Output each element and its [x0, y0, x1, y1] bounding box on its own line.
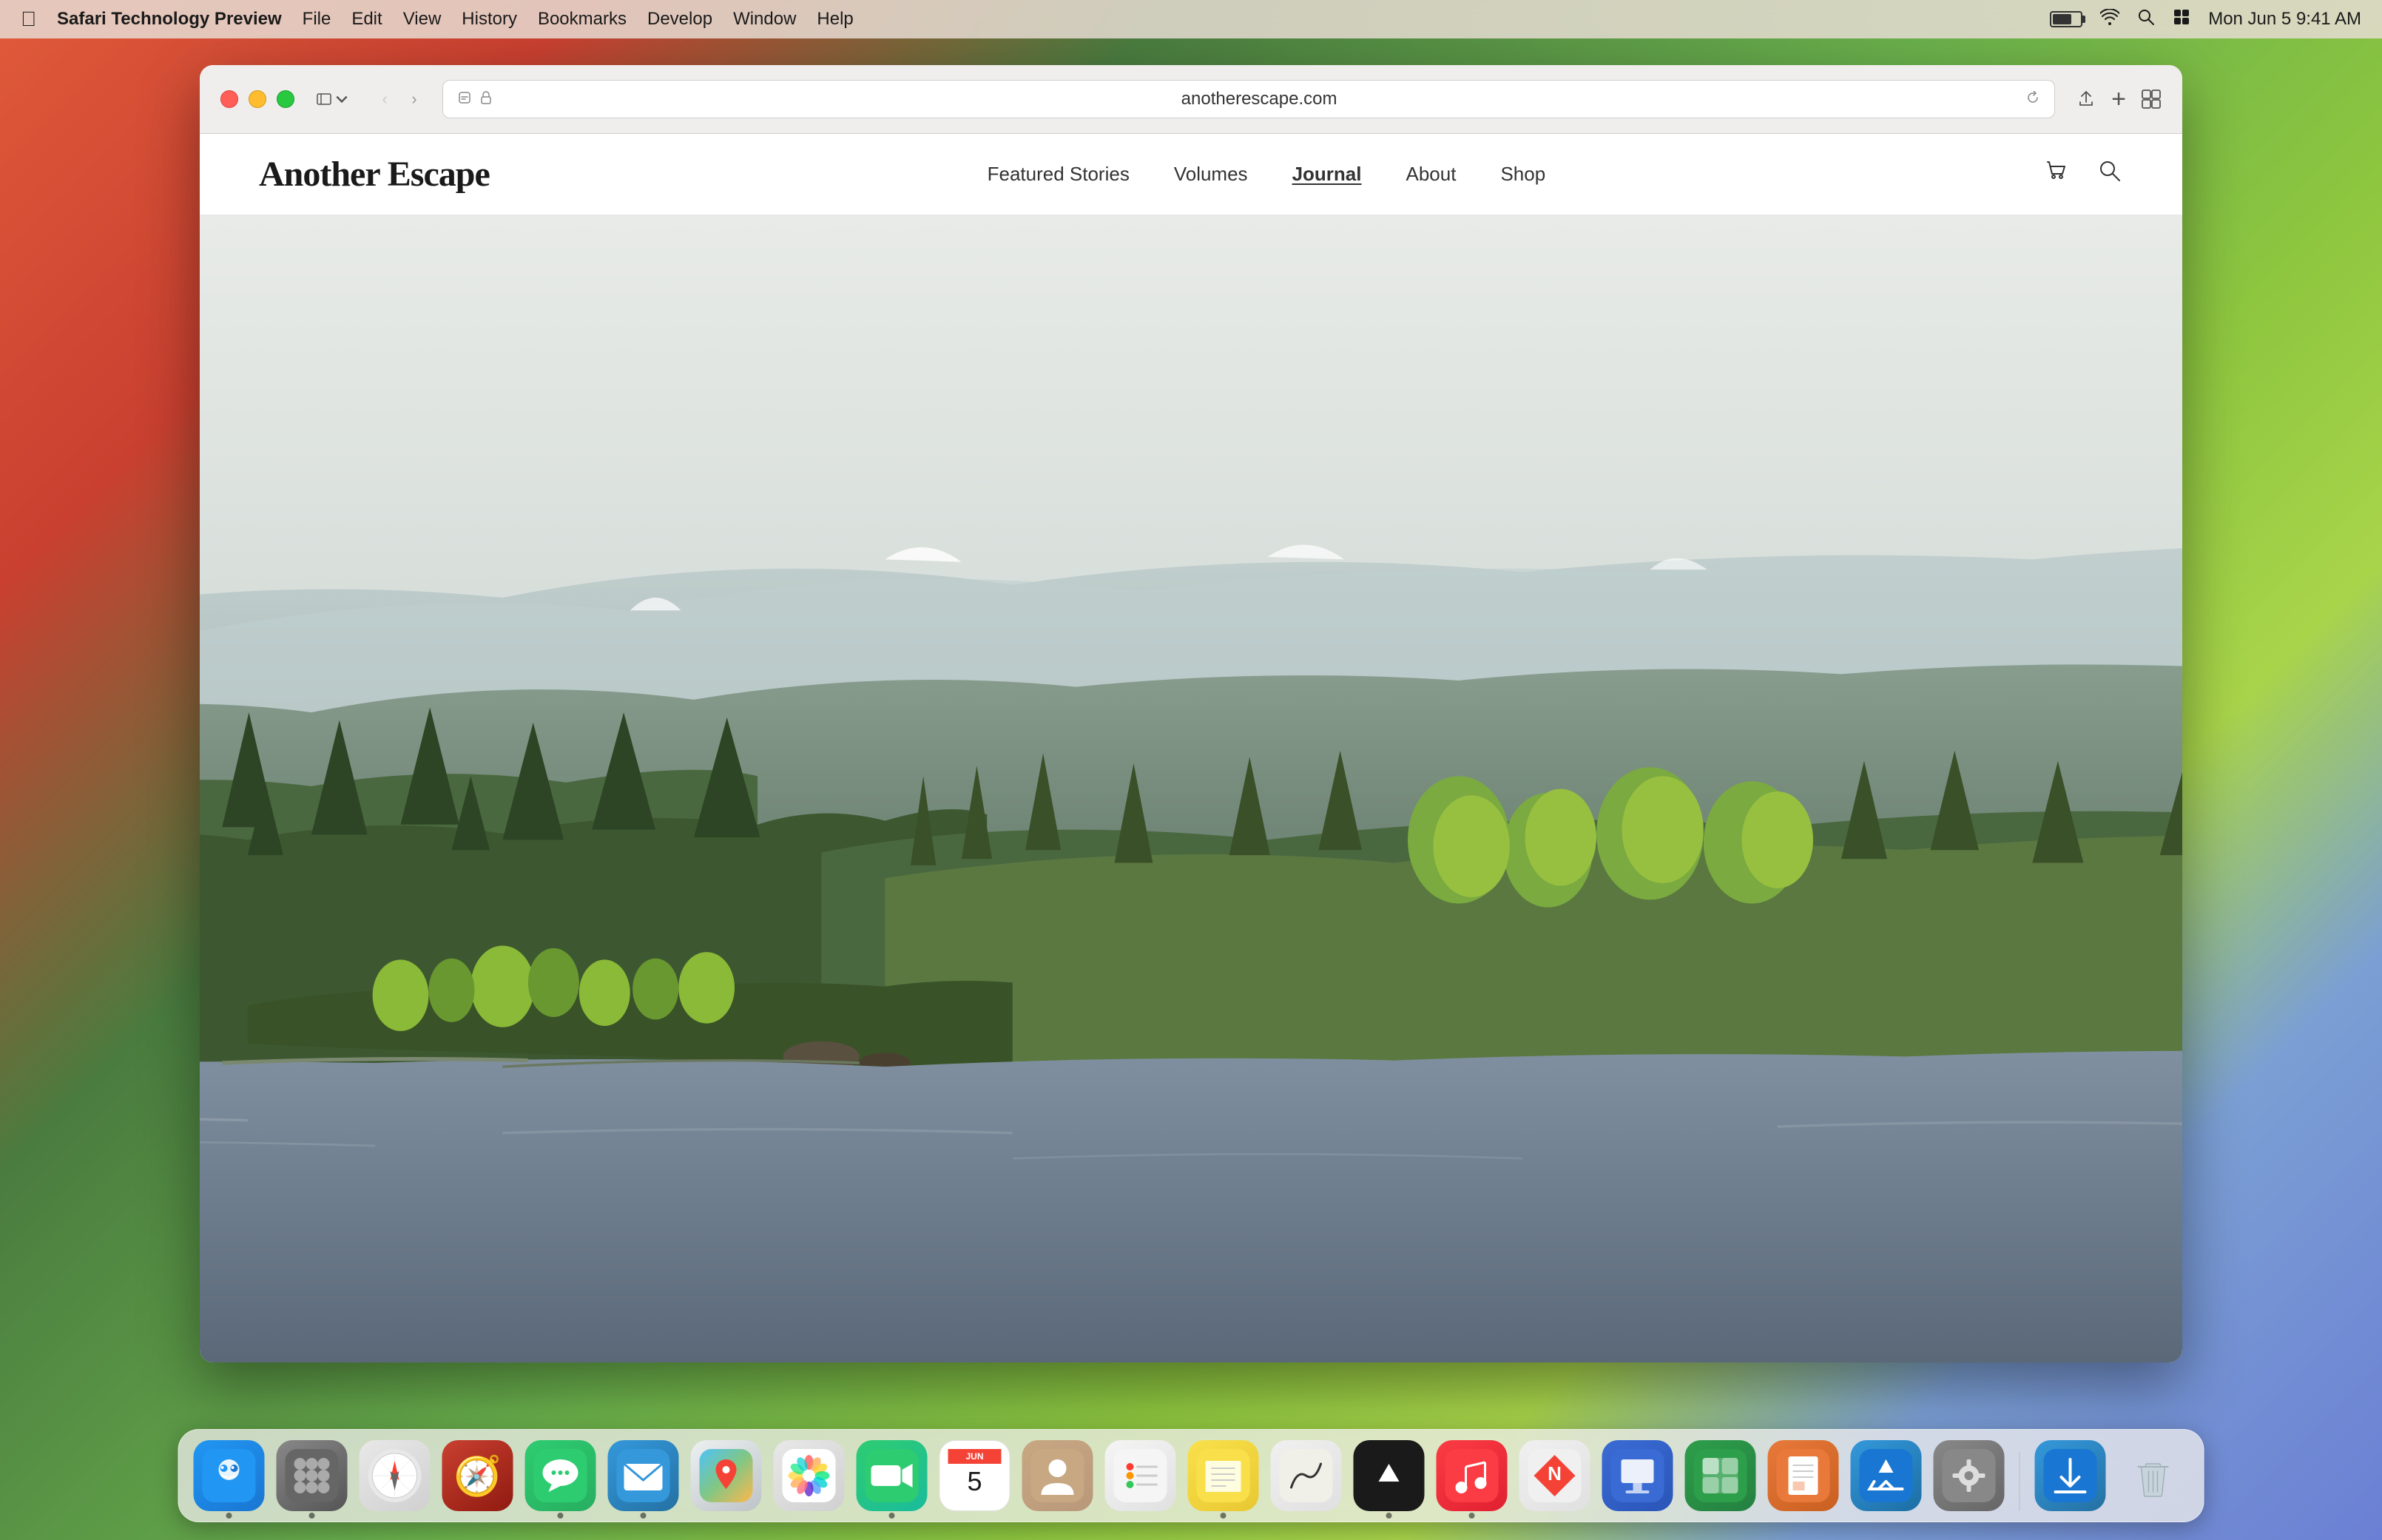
menu-bookmarks[interactable]: Bookmarks [538, 9, 627, 30]
site-nav: Featured Stories Volumes Journal About S… [988, 163, 1546, 186]
site-header: Another Escape Featured Stories Volumes … [200, 134, 2182, 215]
dock-item-compass[interactable]: 🧭 [442, 1440, 513, 1511]
nav-featured-stories[interactable]: Featured Stories [988, 163, 1130, 186]
nav-about[interactable]: About [1406, 163, 1456, 186]
dock-item-downloads[interactable] [2035, 1440, 2106, 1511]
dock-item-appletv[interactable] [1354, 1440, 1425, 1511]
lock-icon [480, 91, 492, 108]
svg-text:JUN: JUN [965, 1451, 983, 1462]
battery-indicator [2050, 11, 2082, 27]
menu-file[interactable]: File [303, 9, 331, 30]
menu-history[interactable]: History [462, 9, 517, 30]
dock-item-reminders[interactable] [1105, 1440, 1176, 1511]
dock-item-maps[interactable] [691, 1440, 762, 1511]
traffic-lights [220, 90, 294, 108]
dock-item-appstore[interactable] [1851, 1440, 1922, 1511]
dock-item-numbers[interactable] [1685, 1440, 1756, 1511]
browser-chrome: ‹ › [200, 65, 2182, 134]
dock-item-trash[interactable] [2118, 1440, 2189, 1511]
dock-item-messages[interactable] [525, 1440, 596, 1511]
dock-item-pages[interactable] [1768, 1440, 1839, 1511]
dock: 🧭 [178, 1429, 2204, 1522]
apple-menu[interactable]:  [21, 7, 36, 31]
browser-window: ‹ › [200, 65, 2182, 1362]
menu-bar-time: Mon Jun 5 9:41 AM [2208, 9, 2361, 30]
nav-arrows: ‹ › [371, 86, 428, 112]
nav-volumes[interactable]: Volumes [1174, 163, 1248, 186]
svg-text:5: 5 [967, 1466, 982, 1496]
menu-bar-left:  Safari Technology Preview File Edit Vi… [21, 7, 854, 31]
dock-item-contacts[interactable] [1022, 1440, 1093, 1511]
sidebar-toggle-button[interactable] [309, 87, 357, 111]
dock-item-news[interactable]: N [1519, 1440, 1590, 1511]
search-button[interactable] [2096, 158, 2123, 191]
reload-button[interactable] [2026, 90, 2039, 109]
site-logo[interactable]: Another Escape [259, 154, 490, 195]
dock-item-launchpad[interactable] [277, 1440, 348, 1511]
dock-item-mail[interactable] [608, 1440, 679, 1511]
menu-edit[interactable]: Edit [351, 9, 382, 30]
menu-bar:  Safari Technology Preview File Edit Vi… [0, 0, 2382, 38]
website-content: Another Escape Featured Stories Volumes … [200, 134, 2182, 1362]
dock-item-freeform[interactable] [1271, 1440, 1342, 1511]
dock-item-finder[interactable] [194, 1440, 265, 1511]
tab-overview-button[interactable] [2141, 89, 2162, 109]
fullscreen-button[interactable] [277, 90, 294, 108]
menu-window[interactable]: Window [733, 9, 796, 30]
dock-item-calendar[interactable]: JUN 5 [939, 1440, 1011, 1511]
dock-item-facetime[interactable] [857, 1440, 928, 1511]
share-button[interactable] [2076, 89, 2096, 109]
hero-image [200, 215, 2182, 1362]
wifi-icon [2100, 9, 2119, 30]
dock-item-photos[interactable] [774, 1440, 845, 1511]
cart-button[interactable] [2043, 158, 2070, 191]
menu-view[interactable]: View [403, 9, 442, 30]
menu-bar-right: Mon Jun 5 9:41 AM [2050, 8, 2361, 31]
close-button[interactable] [220, 90, 238, 108]
menu-help[interactable]: Help [817, 9, 853, 30]
menu-develop[interactable]: Develop [647, 9, 712, 30]
nav-journal[interactable]: Journal [1292, 163, 1362, 186]
dock-item-notes[interactable] [1188, 1440, 1259, 1511]
page-icon [458, 91, 471, 108]
minimize-button[interactable] [249, 90, 266, 108]
chevron-down-icon [334, 92, 349, 107]
dock-item-music[interactable] [1437, 1440, 1508, 1511]
spotlight-icon[interactable] [2137, 8, 2155, 31]
new-tab-button[interactable]: + [2111, 85, 2126, 114]
control-center-icon[interactable] [2173, 8, 2190, 31]
dock-item-safari[interactable] [360, 1440, 431, 1511]
svg-text:N: N [1548, 1462, 1562, 1485]
address-bar[interactable]: anotherescape.com [442, 80, 2055, 118]
dock-item-system-preferences[interactable] [1934, 1440, 2005, 1511]
browser-actions: + [2076, 85, 2162, 114]
url-display[interactable]: anotherescape.com [501, 89, 2017, 109]
app-name[interactable]: Safari Technology Preview [57, 9, 282, 30]
browser-titlebar: ‹ › [220, 80, 2162, 118]
forward-button[interactable]: › [401, 86, 428, 112]
site-header-right [2043, 158, 2123, 191]
back-button[interactable]: ‹ [371, 86, 398, 112]
dock-item-keynote[interactable] [1602, 1440, 1673, 1511]
nav-shop[interactable]: Shop [1500, 163, 1545, 186]
